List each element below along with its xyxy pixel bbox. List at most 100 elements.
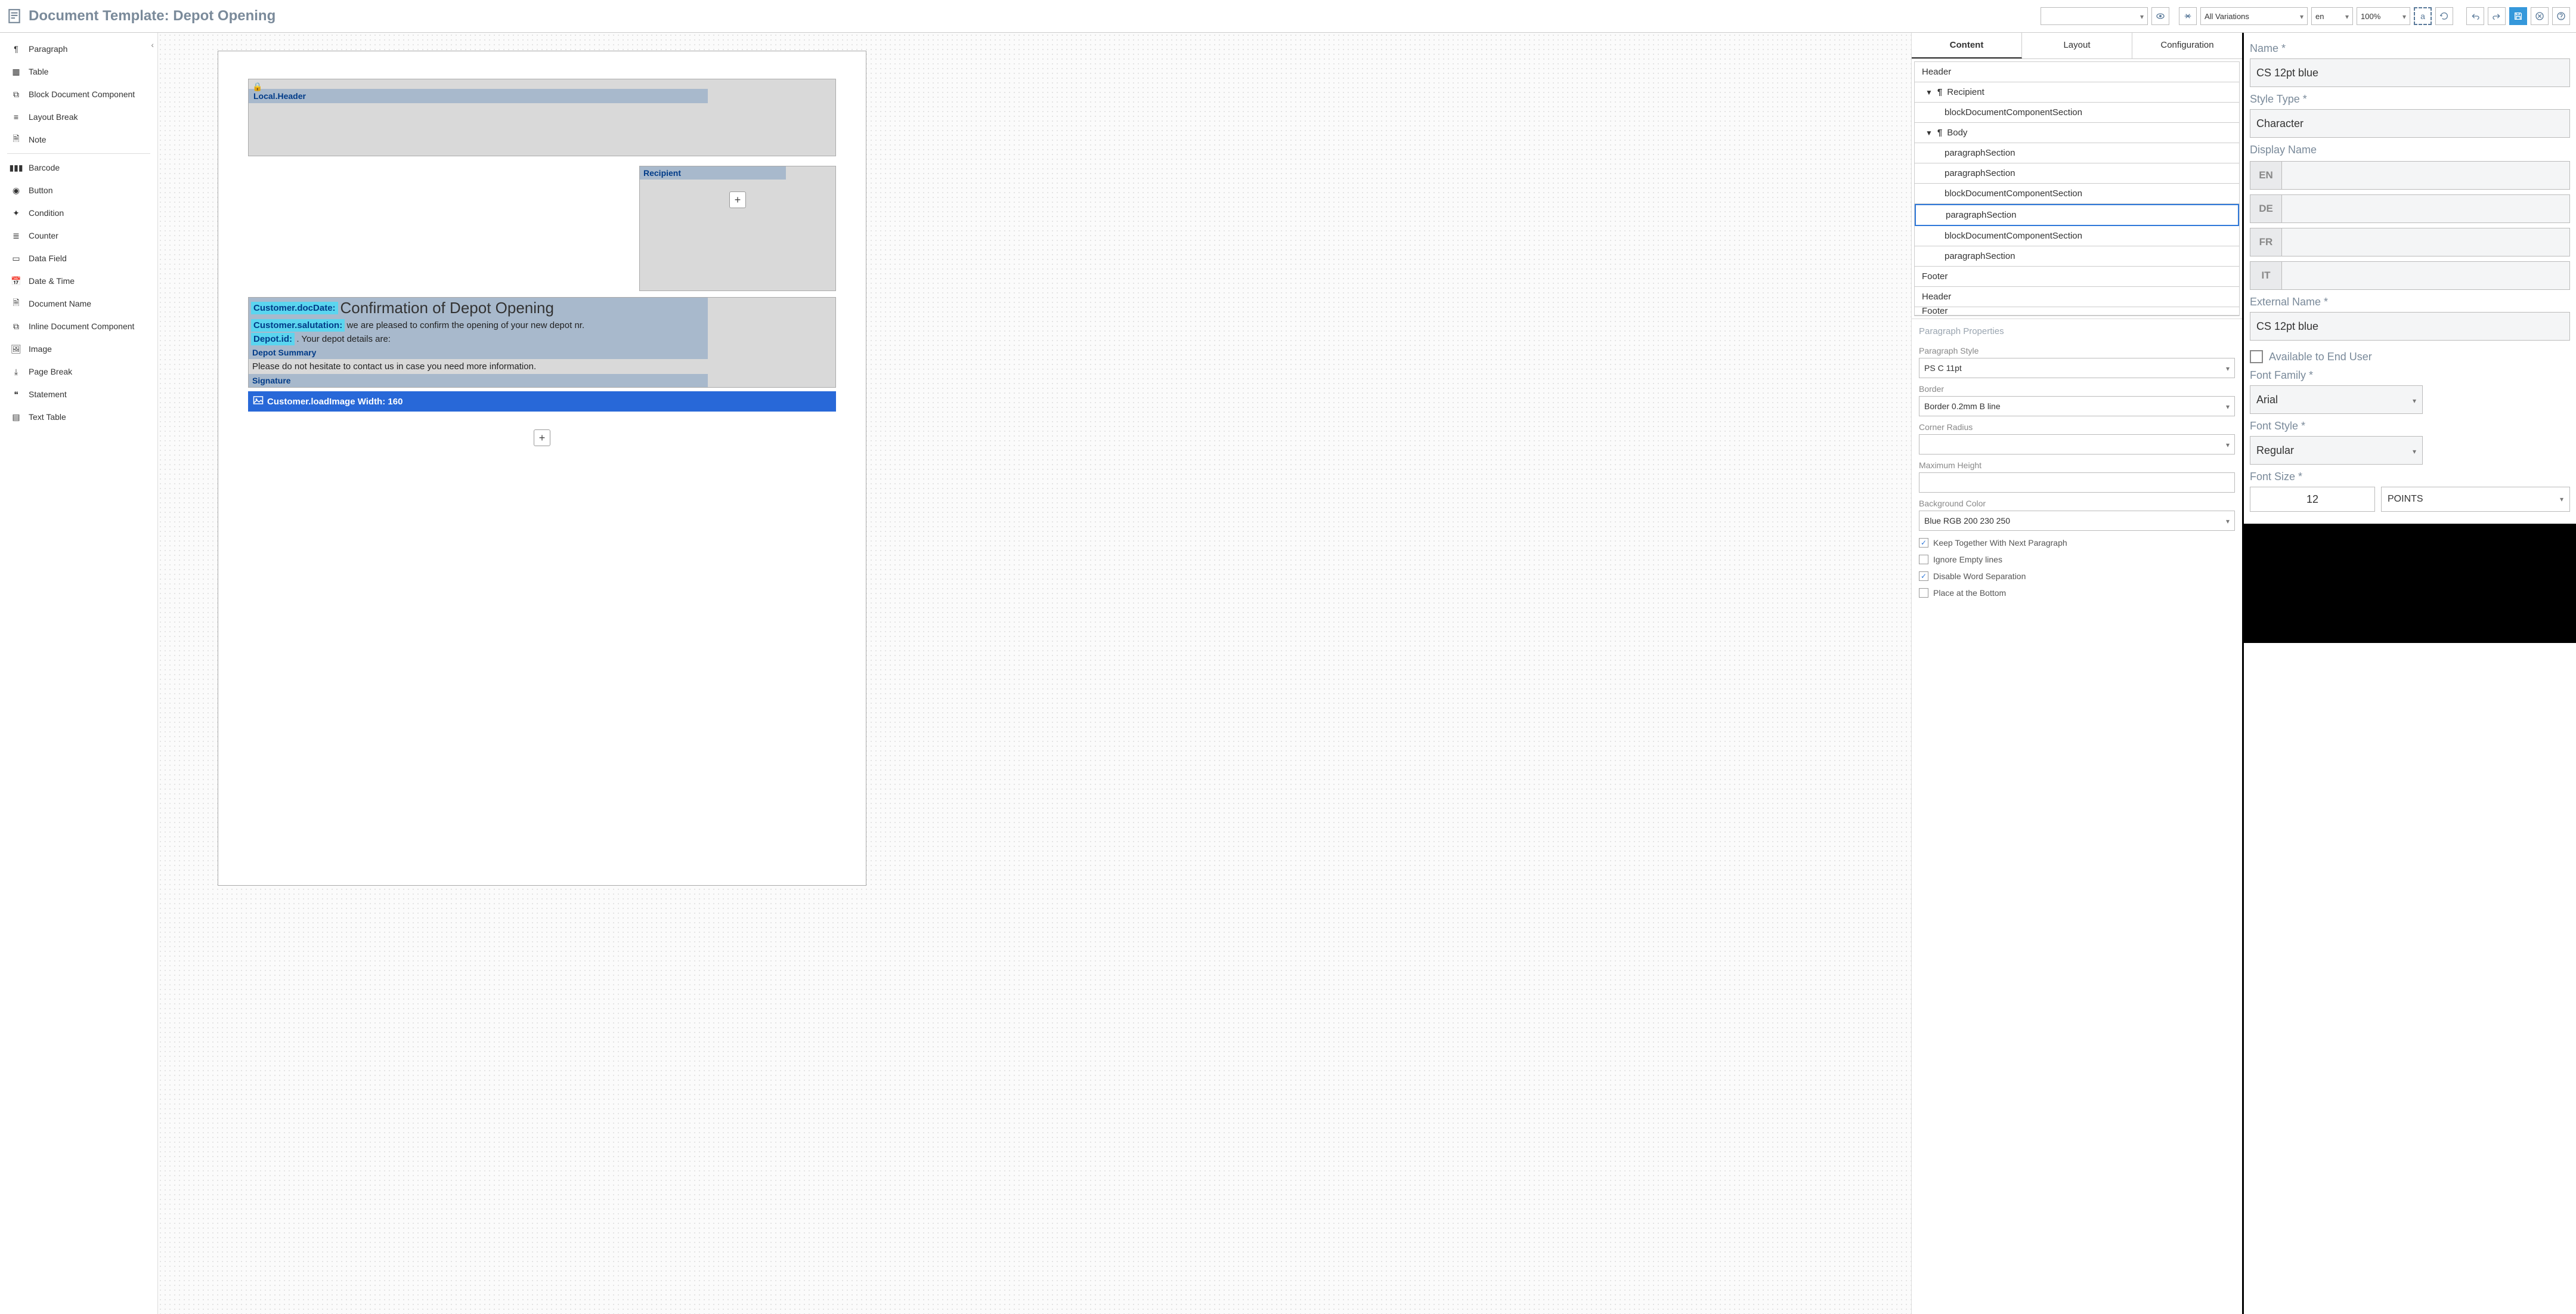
tree-row[interactable]: paragraphSection — [1915, 143, 2239, 163]
undo-button[interactable] — [2466, 7, 2484, 25]
palette-paragraph[interactable]: ¶Paragraph — [0, 38, 157, 60]
tree-row[interactable]: blockDocumentComponentSection — [1915, 103, 2239, 123]
palette-label: Paragraph — [29, 44, 67, 54]
paragraph-icon: ¶ — [1937, 128, 1942, 138]
available-check[interactable]: Available to End User — [2250, 350, 2570, 363]
save-button[interactable] — [2509, 7, 2527, 25]
canvas[interactable]: 🔒 Local.Header Recipient + Customer.docD… — [158, 33, 1911, 1314]
palette-label: Statement — [29, 389, 67, 399]
signature-label: Signature — [249, 374, 708, 387]
close-button[interactable] — [2531, 7, 2549, 25]
recipient-block[interactable]: Recipient + — [639, 166, 836, 291]
chevron-down-icon[interactable]: ▼ — [1925, 88, 1933, 97]
body-line1: we are pleased to confirm the opening of… — [347, 320, 585, 330]
place-bottom-check[interactable]: Place at the Bottom — [1919, 588, 2235, 598]
display-name-it-input[interactable] — [2282, 261, 2570, 290]
external-name-input[interactable]: CS 12pt blue — [2250, 312, 2570, 341]
display-name-de-input[interactable] — [2282, 194, 2570, 223]
tree-label: blockDocumentComponentSection — [1945, 231, 2082, 241]
tree-row[interactable]: Header — [1915, 62, 2239, 82]
max-height-input[interactable] — [1919, 472, 2235, 493]
tree-row[interactable]: Footer — [1915, 307, 2239, 316]
collapse-left-icon[interactable]: ‹ — [151, 40, 154, 50]
tree-row[interactable]: paragraphSection — [1915, 246, 2239, 267]
chevron-down-icon[interactable]: ▼ — [1925, 129, 1933, 137]
palette-counter[interactable]: ≣Counter — [0, 224, 157, 247]
palette-statement[interactable]: ❝Statement — [0, 383, 157, 406]
palette-barcode[interactable]: ▮▮▮Barcode — [0, 156, 157, 179]
tree-row[interactable]: blockDocumentComponentSection — [1915, 184, 2239, 204]
doc-title: Confirmation of Depot Opening — [338, 299, 554, 317]
refresh-button[interactable] — [2435, 7, 2453, 25]
display-name-en-input[interactable] — [2282, 161, 2570, 190]
palette-page-break[interactable]: ⤓Page Break — [0, 360, 157, 383]
palette-date-time[interactable]: 📅Date & Time — [0, 270, 157, 292]
tree-row[interactable]: paragraphSection — [1915, 204, 2239, 226]
style-type-label: Style Type * — [2250, 93, 2570, 106]
add-body-button[interactable]: + — [534, 429, 550, 446]
palette-inline-document-component[interactable]: ⧉ Inline Document Component — [0, 315, 157, 338]
palette-label: Inline Document Component — [29, 321, 134, 331]
page-select[interactable] — [2041, 7, 2148, 25]
palette-data-field[interactable]: ▭Data Field — [0, 247, 157, 270]
bg-color-select[interactable]: Blue RGB 200 230 250 — [1919, 511, 2235, 531]
palette-label: Block Document Component — [29, 89, 135, 99]
paragraph-style-select[interactable]: PS C 11pt — [1919, 358, 2235, 378]
inline-document-component-icon: ⧉ — [11, 321, 21, 332]
tree-row[interactable]: Footer — [1915, 267, 2239, 287]
font-style-select[interactable]: Regular — [2250, 436, 2423, 465]
language-select[interactable]: en — [2311, 7, 2353, 25]
palette-condition[interactable]: ✦Condition — [0, 202, 157, 224]
body-line2: . Your depot details are: — [296, 334, 391, 344]
body-block[interactable]: Customer.docDate: Confirmation of Depot … — [248, 297, 836, 388]
image-icon: 🖼 — [11, 344, 21, 354]
palette-label: Image — [29, 344, 52, 354]
font-family-select[interactable]: Arial — [2250, 385, 2423, 414]
palette-button[interactable]: ◉Button — [0, 179, 157, 202]
tree-row[interactable]: blockDocumentComponentSection — [1915, 226, 2239, 246]
salutation-field: Customer.salutation: — [251, 319, 345, 332]
font-size-unit[interactable]: POINTS — [2381, 487, 2570, 512]
palette-block-document-component[interactable]: ⧉Block Document Component — [0, 83, 157, 106]
palette-label: Barcode — [29, 163, 60, 172]
palette-label: Date & Time — [29, 276, 75, 286]
tree-row[interactable]: Header — [1915, 287, 2239, 307]
variations-select[interactable]: All Variations — [2200, 7, 2308, 25]
border-select[interactable]: Border 0.2mm B line — [1919, 396, 2235, 416]
palette-text-table[interactable]: ▤Text Table — [0, 406, 157, 428]
button-icon: ◉ — [11, 185, 21, 196]
image-bar[interactable]: Customer.loadImage Width: 160 — [248, 391, 836, 412]
palette-image[interactable]: 🖼 Image — [0, 338, 157, 360]
keep-together-check[interactable]: ✓Keep Together With Next Paragraph — [1919, 538, 2235, 548]
preview-button[interactable] — [2151, 7, 2169, 25]
font-family-label: Font Family * — [2250, 369, 2570, 382]
style-type-input[interactable]: Character — [2250, 109, 2570, 138]
tree-row[interactable]: ▼¶Body — [1915, 123, 2239, 143]
header-block[interactable]: 🔒 Local.Header — [248, 79, 836, 156]
help-button[interactable] — [2552, 7, 2570, 25]
display-name-fr-input[interactable] — [2282, 228, 2570, 256]
note-icon: 🗎 — [11, 134, 21, 145]
disable-word-sep-check[interactable]: ✓Disable Word Separation — [1919, 571, 2235, 581]
corner-radius-select[interactable] — [1919, 434, 2235, 455]
tab-layout[interactable]: Layout — [2022, 33, 2132, 58]
palette-layout-break[interactable]: ≡Layout Break — [0, 106, 157, 128]
tab-configuration[interactable]: Configuration — [2132, 33, 2242, 58]
tree-label: blockDocumentComponentSection — [1945, 107, 2082, 118]
depot-summary-label: Depot Summary — [249, 346, 708, 359]
palette-table[interactable]: ▦Table — [0, 60, 157, 83]
tree-row[interactable]: paragraphSection — [1915, 163, 2239, 184]
font-size-input[interactable]: 12 — [2250, 487, 2375, 512]
ignore-empty-check[interactable]: Ignore Empty lines — [1919, 555, 2235, 564]
name-input[interactable]: CS 12pt blue — [2250, 58, 2570, 87]
tab-content[interactable]: Content — [1912, 33, 2022, 58]
palette-note[interactable]: 🗎Note — [0, 128, 157, 151]
tree-label: Recipient — [1947, 87, 1984, 97]
redo-button[interactable] — [2488, 7, 2506, 25]
add-recipient-button[interactable]: + — [729, 191, 746, 208]
tree-row[interactable]: ▼¶Recipient — [1915, 82, 2239, 103]
split-icon[interactable] — [2179, 7, 2197, 25]
zoom-select[interactable]: 100% — [2357, 7, 2410, 25]
char-style-icon[interactable]: a — [2414, 7, 2432, 25]
palette-document-name[interactable]: 🗎Document Name — [0, 292, 157, 315]
